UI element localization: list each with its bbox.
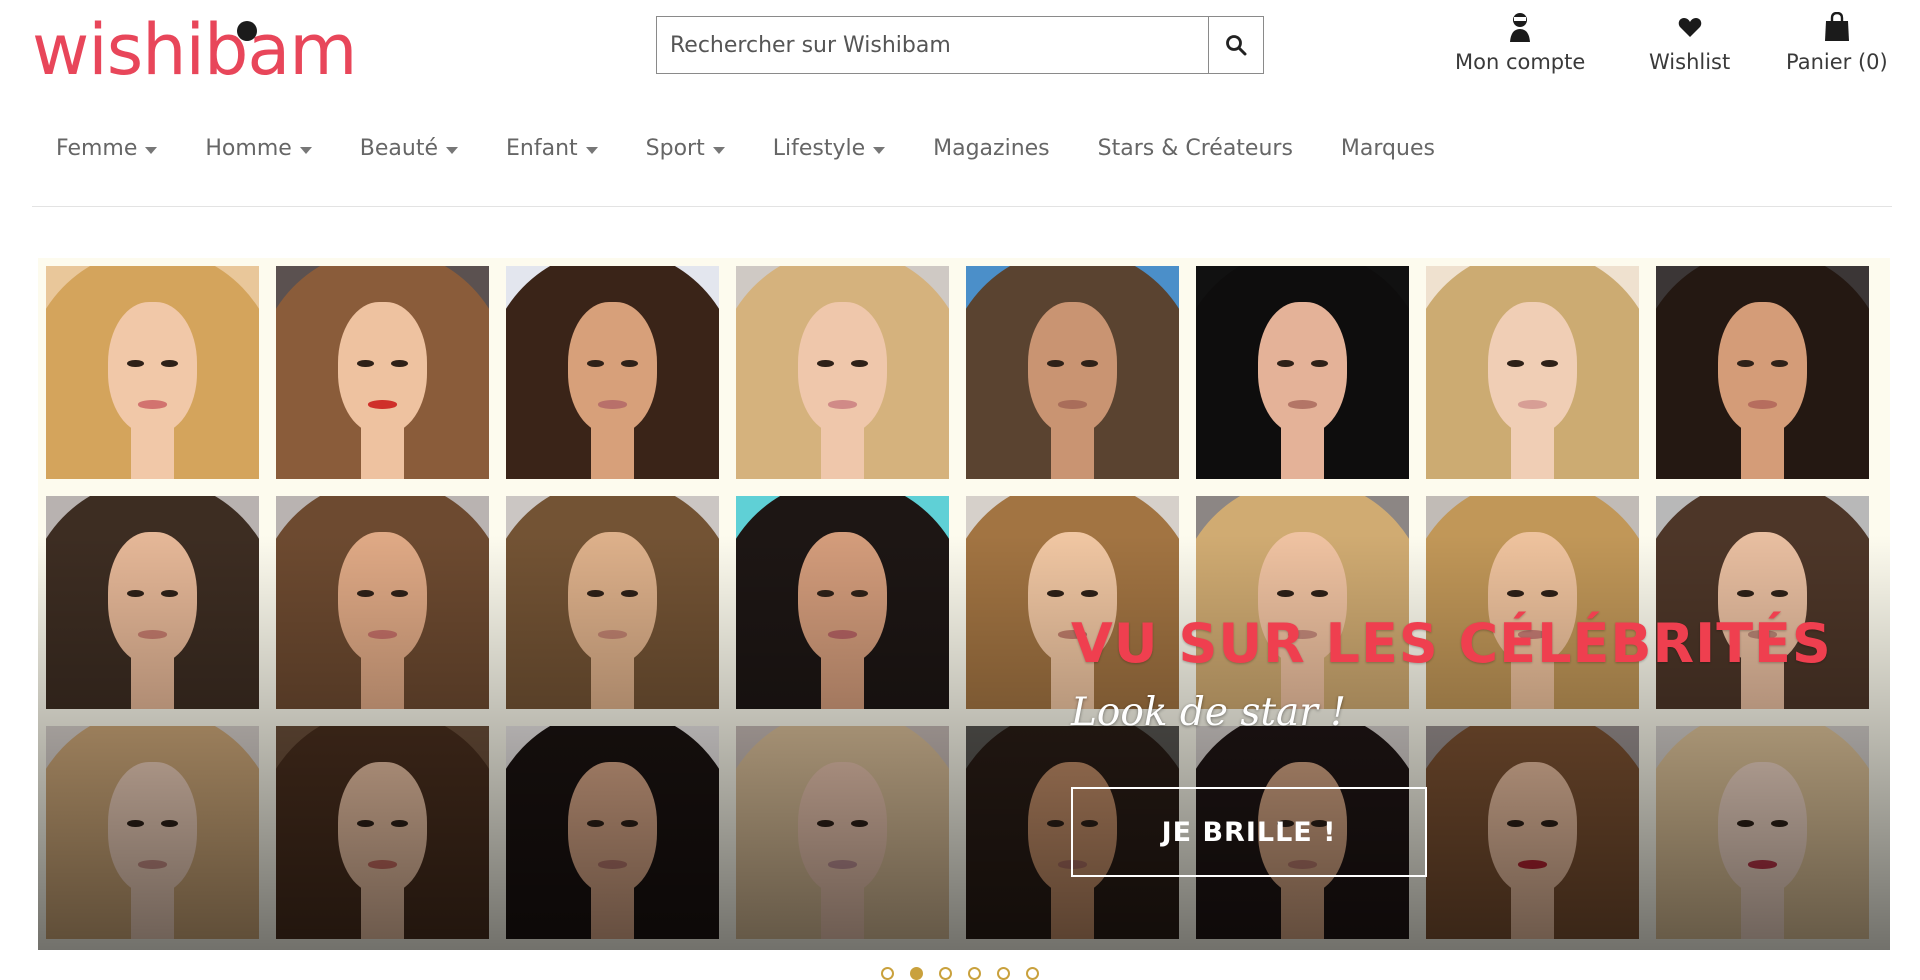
celebrity-photo-9 xyxy=(46,496,259,709)
user-icon xyxy=(1510,13,1531,42)
carousel-dot-6[interactable] xyxy=(1026,967,1039,980)
caret-down-icon xyxy=(712,146,725,154)
heart-icon xyxy=(1678,18,1701,37)
nav-item-label: Femme xyxy=(56,136,138,161)
celebrity-photo-13 xyxy=(966,496,1179,709)
caret-down-icon xyxy=(873,146,886,154)
wishlist-label: Wishlist xyxy=(1649,50,1731,74)
caret-down-icon xyxy=(299,146,312,154)
nav-item-magazines[interactable]: Magazines xyxy=(933,136,1050,161)
celebrity-photo-15 xyxy=(1426,496,1639,709)
logo-text: wishibam xyxy=(32,10,357,91)
main-navigation: Femme Homme Beauté Enfant Sport Lifestyle Maga… xyxy=(56,136,1483,161)
nav-item-label: Marques xyxy=(1340,136,1435,161)
celebrity-photo-12 xyxy=(736,496,949,709)
caret-down-icon xyxy=(585,146,598,154)
carousel-dot-2[interactable] xyxy=(910,967,923,980)
celebrity-photo-4 xyxy=(736,266,949,479)
celebrity-photo-20 xyxy=(736,726,949,939)
celebrity-photo-17 xyxy=(46,726,259,939)
nav-item-label: Homme xyxy=(205,136,292,161)
logo-dot xyxy=(237,21,257,41)
search-icon xyxy=(1226,35,1247,56)
celebrity-photo-16 xyxy=(1656,496,1869,709)
wishibam-logo[interactable]: wishibam xyxy=(32,9,458,92)
hero-title: VU SUR LES CÉLÉBRITÉS xyxy=(1071,612,1832,675)
carousel-dot-3[interactable] xyxy=(939,967,952,980)
celebrity-photo-18 xyxy=(276,726,489,939)
nav-divider xyxy=(32,206,1892,207)
carousel-dot-4[interactable] xyxy=(968,967,981,980)
caret-down-icon xyxy=(446,146,459,154)
celebrity-photo-23 xyxy=(1426,726,1639,939)
celebrity-photo-24 xyxy=(1656,726,1869,939)
nav-item-stars-créateurs[interactable]: Stars & Créateurs xyxy=(1098,136,1293,161)
nav-item-marques[interactable]: Marques xyxy=(1341,136,1435,161)
search-bar xyxy=(656,16,1264,74)
hero-cta-button[interactable]: JE BRILLE ! xyxy=(1071,787,1427,877)
nav-item-label: Lifestyle xyxy=(772,136,866,161)
my-account-link[interactable]: Mon compte xyxy=(1455,12,1585,74)
nav-item-label: Beauté xyxy=(359,136,439,161)
nav-item-enfant[interactable]: Enfant xyxy=(506,136,598,161)
celebrity-photo-14 xyxy=(1196,496,1409,709)
nav-item-label: Enfant xyxy=(506,136,578,161)
hero-banner[interactable] xyxy=(38,258,1890,950)
celebrity-photo-19 xyxy=(506,726,719,939)
nav-item-label: Magazines xyxy=(933,136,1050,161)
wishlist-link[interactable]: Wishlist xyxy=(1649,12,1730,74)
my-account-label: Mon compte xyxy=(1455,50,1586,74)
caret-down-icon xyxy=(145,146,158,154)
celebrity-photo-7 xyxy=(1426,266,1639,479)
celebrity-photo-11 xyxy=(506,496,719,709)
nav-item-lifestyle[interactable]: Lifestyle xyxy=(772,136,886,161)
shopping-bag-icon xyxy=(1824,12,1849,41)
carousel-dot-1[interactable] xyxy=(881,967,894,980)
celebrity-photo-6 xyxy=(1196,266,1409,479)
nav-item-beauté[interactable]: Beauté xyxy=(359,136,459,161)
carousel-dot-5[interactable] xyxy=(997,967,1010,980)
nav-item-homme[interactable]: Homme xyxy=(205,136,312,161)
cart-link[interactable]: Panier (0) xyxy=(1786,12,1888,74)
celebrity-photo-2 xyxy=(276,266,489,479)
celebrity-photo-8 xyxy=(1656,266,1869,479)
hero-subtitle: Look de star ! xyxy=(1071,690,1346,735)
celebrity-photo-grid xyxy=(46,266,1869,939)
nav-item-label: Sport xyxy=(645,136,705,161)
celebrity-photo-5 xyxy=(966,266,1179,479)
carousel-indicators xyxy=(881,967,1055,980)
celebrity-photo-10 xyxy=(276,496,489,709)
nav-item-sport[interactable]: Sport xyxy=(646,136,725,161)
nav-item-label: Stars & Créateurs xyxy=(1097,136,1293,161)
cart-label: Panier (0) xyxy=(1786,50,1888,74)
celebrity-photo-3 xyxy=(506,266,719,479)
celebrity-photo-1 xyxy=(46,266,259,479)
search-input[interactable] xyxy=(657,17,1208,73)
search-button[interactable] xyxy=(1208,17,1263,73)
nav-item-femme[interactable]: Femme xyxy=(56,136,158,161)
